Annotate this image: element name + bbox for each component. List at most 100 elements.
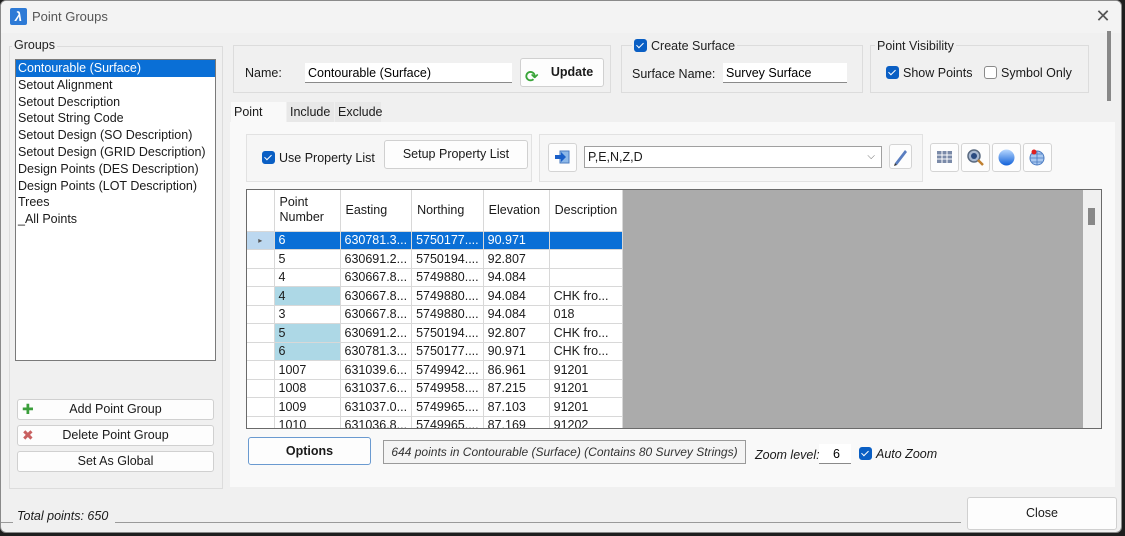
cell-elevation[interactable]: 90.971 <box>483 231 550 250</box>
cell-northing[interactable]: 5750194.... <box>411 323 484 343</box>
cell-easting[interactable]: 631039.6... <box>340 360 413 380</box>
cell-description[interactable]: CHK fro... <box>549 323 624 343</box>
show-points-checkbox[interactable]: Show Points <box>886 66 972 80</box>
cell-northing[interactable]: 5749942.... <box>411 360 484 380</box>
group-list-item[interactable]: Setout String Code <box>16 110 215 127</box>
cell-easting[interactable]: 630691.2... <box>340 249 413 269</box>
cell-northing[interactable]: 5749965.... <box>411 416 484 428</box>
group-list-item[interactable]: Setout Description <box>16 94 215 111</box>
tab-point-list[interactable]: Point List <box>231 102 286 139</box>
cell-point-number[interactable]: 4 <box>274 286 341 306</box>
cell-point-number[interactable]: 1008 <box>274 379 341 398</box>
cell-easting[interactable]: 630667.8... <box>340 305 413 324</box>
dialog-scrollbar[interactable] <box>1107 31 1111 101</box>
cell-elevation[interactable]: 87.169 <box>483 416 550 428</box>
georeference-button[interactable] <box>1023 143 1052 172</box>
format-dropdown[interactable]: P,E,N,Z,D ⌵ <box>584 146 882 168</box>
row-header[interactable] <box>247 323 275 343</box>
row-header[interactable] <box>247 342 275 361</box>
cell-description[interactable]: 91201 <box>549 379 624 398</box>
cell-easting[interactable]: 630781.3... <box>340 342 413 361</box>
options-button[interactable]: Options <box>248 437 371 465</box>
grid-scrollbar[interactable] <box>1083 190 1101 428</box>
group-list-item[interactable]: Contourable (Surface) <box>16 60 215 77</box>
cell-description[interactable]: 018 <box>549 305 624 324</box>
update-button[interactable]: ⟳ Update <box>520 58 604 87</box>
row-header[interactable] <box>247 416 275 428</box>
table-row[interactable]: 1007 631039.6... 5749942.... 86.961 91201 <box>247 360 624 380</box>
cell-point-number[interactable]: 1009 <box>274 397 341 417</box>
cell-easting[interactable]: 630781.3... <box>340 231 413 250</box>
table-row[interactable]: 6 630781.3... 5750177.... 90.971 CHK fro... <box>247 342 624 361</box>
create-surface-checkbox[interactable]: Create Surface <box>632 39 738 53</box>
table-row[interactable]: ▸ 6 630781.3... 5750177.... 90.971 <box>247 231 624 250</box>
row-header[interactable] <box>247 360 275 380</box>
group-list-item[interactable]: Design Points (DES Description) <box>16 161 215 178</box>
table-row[interactable]: 4 630667.8... 5749880.... 94.084 <box>247 268 624 287</box>
add-point-group-button[interactable]: ✚ Add Point Group <box>17 399 214 420</box>
cell-elevation[interactable]: 92.807 <box>483 249 550 269</box>
table-row[interactable]: 5 630691.2... 5750194.... 92.807 CHK fro... <box>247 323 624 343</box>
cell-description[interactable]: 91201 <box>549 397 624 417</box>
import-format-button[interactable] <box>548 143 577 172</box>
cell-point-number[interactable]: 6 <box>274 342 341 361</box>
cell-description[interactable] <box>549 231 624 250</box>
column-header-elevation[interactable]: Elevation <box>483 190 550 232</box>
table-row[interactable]: 1009 631037.0... 5749965.... 87.103 91201 <box>247 397 624 417</box>
row-header[interactable] <box>247 397 275 417</box>
set-as-global-button[interactable]: Set As Global <box>17 451 214 472</box>
cell-point-number[interactable]: 3 <box>274 305 341 324</box>
cell-easting[interactable]: 631037.6... <box>340 379 413 398</box>
cell-easting[interactable]: 630691.2... <box>340 323 413 343</box>
cell-northing[interactable]: 5749958.... <box>411 379 484 398</box>
column-header-easting[interactable]: Easting <box>340 190 413 232</box>
symbol-only-checkbox[interactable]: Symbol Only <box>984 66 1072 80</box>
table-row[interactable]: 3 630667.8... 5749880.... 94.084 018 <box>247 305 624 324</box>
auto-zoom-checkbox[interactable]: Auto Zoom <box>859 447 937 461</box>
cell-northing[interactable]: 5749880.... <box>411 305 484 324</box>
table-row[interactable]: 1010 631036.8... 5749965.... 87.169 91202 <box>247 416 624 428</box>
grid-scrollbar-thumb[interactable] <box>1088 208 1095 225</box>
table-row[interactable]: 1008 631037.6... 5749958.... 87.215 91201 <box>247 379 624 398</box>
cell-easting[interactable]: 631037.0... <box>340 397 413 417</box>
cell-northing[interactable]: 5749965.... <box>411 397 484 417</box>
window-close-icon[interactable]: ✕ <box>1093 6 1113 26</box>
cell-elevation[interactable]: 94.084 <box>483 305 550 324</box>
cell-description[interactable]: CHK fro... <box>549 286 624 306</box>
cell-description[interactable]: 91202 <box>549 416 624 428</box>
cell-elevation[interactable]: 92.807 <box>483 323 550 343</box>
cell-elevation[interactable]: 86.961 <box>483 360 550 380</box>
row-header[interactable] <box>247 286 275 306</box>
column-header-northing[interactable]: Northing <box>411 190 484 232</box>
name-input[interactable] <box>305 63 512 83</box>
cell-point-number[interactable]: 5 <box>274 249 341 269</box>
cell-point-number[interactable]: 1007 <box>274 360 341 380</box>
edit-format-button[interactable] <box>889 144 912 169</box>
surface-name-input[interactable] <box>723 63 847 83</box>
cell-point-number[interactable]: 4 <box>274 268 341 287</box>
groups-list[interactable]: Contourable (Surface) Setout Alignment Set… <box>15 59 216 361</box>
group-list-item[interactable]: _All Points <box>16 211 215 228</box>
group-list-item[interactable]: Design Points (LOT Description) <box>16 178 215 195</box>
cell-elevation[interactable]: 87.215 <box>483 379 550 398</box>
cell-point-number[interactable]: 6 <box>274 231 341 250</box>
cell-elevation[interactable]: 94.084 <box>483 268 550 287</box>
row-header[interactable] <box>247 249 275 269</box>
group-list-item[interactable]: Setout Alignment <box>16 77 215 94</box>
column-header-description[interactable]: Description <box>549 190 624 232</box>
cell-northing[interactable]: 5750177.... <box>411 231 484 250</box>
row-header[interactable] <box>247 268 275 287</box>
row-header[interactable] <box>247 379 275 398</box>
table-row[interactable]: 4 630667.8... 5749880.... 94.084 CHK fro... <box>247 286 624 306</box>
cell-elevation[interactable]: 90.971 <box>483 342 550 361</box>
cell-point-number[interactable]: 5 <box>274 323 341 343</box>
zoom-level-input[interactable] <box>819 444 851 464</box>
delete-point-group-button[interactable]: ✖ Delete Point Group <box>17 425 214 446</box>
cell-northing[interactable]: 5750177.... <box>411 342 484 361</box>
cell-elevation[interactable]: 94.084 <box>483 286 550 306</box>
row-header[interactable] <box>247 305 275 324</box>
cell-northing[interactable]: 5750194.... <box>411 249 484 269</box>
table-row[interactable]: 5 630691.2... 5750194.... 92.807 <box>247 249 624 269</box>
row-header[interactable]: ▸ <box>247 231 275 250</box>
cell-elevation[interactable]: 87.103 <box>483 397 550 417</box>
